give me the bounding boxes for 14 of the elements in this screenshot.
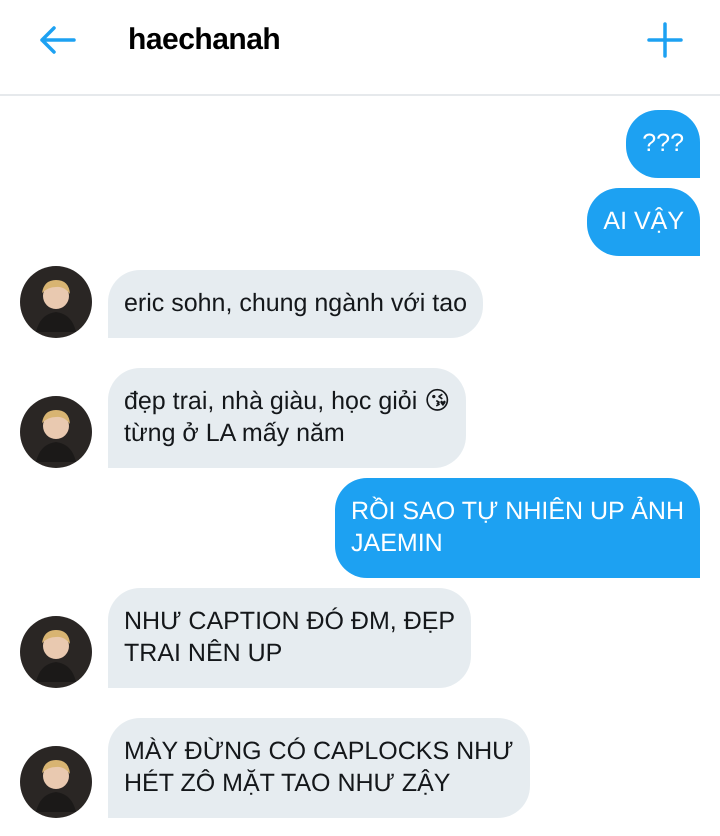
received-message: đẹp trai, nhà giàu, học giỏi 😘 từng ở LA mấy năm <box>108 368 466 468</box>
received-message: eric sohn, chung ngành với tao <box>108 270 484 338</box>
avatar <box>20 616 92 688</box>
sent-message: RỒI SAO TỰ NHIÊN UP ẢNH JAEMIN <box>335 478 700 578</box>
avatar <box>20 396 92 468</box>
back-icon[interactable] <box>38 25 76 55</box>
received-message: NHƯ CAPTION ĐÓ ĐM, ĐẸP TRAI NÊN UP <box>108 588 472 688</box>
avatar <box>20 266 92 338</box>
plus-icon[interactable] <box>646 21 684 59</box>
received-message: MÀY ĐỪNG CÓ CAPLOCKS NHƯ HÉT ZÔ MẶT TAO NHƯ ZẬY <box>108 718 530 818</box>
sent-message: AI VẬY <box>587 188 700 256</box>
conversation-title: haechanah <box>128 23 282 57</box>
sent-message: ??? <box>626 110 700 178</box>
avatar <box>20 746 92 818</box>
